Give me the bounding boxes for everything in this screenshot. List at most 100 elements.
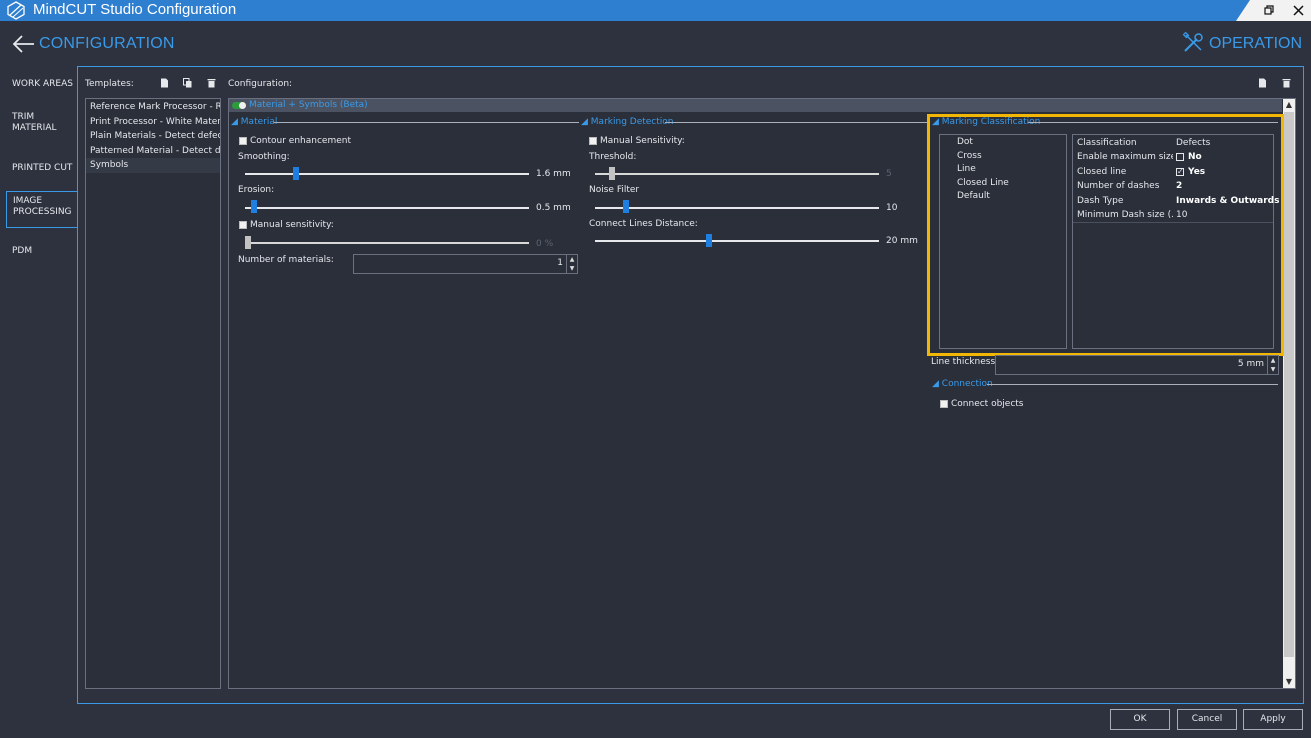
list-item[interactable]: Dot: [940, 136, 1066, 150]
scrollbar-thumb[interactable]: [1284, 112, 1294, 657]
close-button[interactable]: [1287, 0, 1309, 21]
material-section-title[interactable]: ◢ Material: [231, 117, 277, 128]
back-arrow-icon[interactable]: [12, 34, 36, 54]
sidebar-item-trim-material[interactable]: TRIM MATERIAL: [6, 112, 77, 134]
section-divider: [665, 122, 927, 123]
sidebar-item-image-processing[interactable]: IMAGE PROCESSING: [6, 191, 77, 228]
sidebar-item-printed-cut[interactable]: PRINTED CUT: [6, 163, 77, 174]
enable-toggle[interactable]: [232, 102, 246, 109]
ok-button[interactable]: OK: [1110, 709, 1170, 730]
line-thickness-spinner[interactable]: 5 mm ▲ ▼: [995, 355, 1279, 375]
list-item[interactable]: Reference Mark Processor - R...: [86, 100, 220, 115]
copy-template-icon[interactable]: [183, 78, 192, 88]
threshold-slider-track: [595, 173, 879, 175]
table-row: Enable maximum size No: [1077, 152, 1202, 162]
close-icon: [1292, 5, 1304, 16]
smoothing-label: Smoothing:: [238, 152, 290, 162]
manual-sensitivity-label: Manual sensitivity:: [250, 220, 334, 230]
smoothing-slider-track[interactable]: [245, 173, 529, 175]
closed-line-checkbox[interactable]: ✓: [1176, 166, 1184, 176]
connection-section-title[interactable]: ◢ Connection: [932, 379, 993, 390]
templates-label: Templates:: [85, 79, 134, 89]
configuration-label: Configuration:: [228, 79, 293, 89]
table-row: Dash Type Inwards & Outwards: [1077, 195, 1280, 206]
list-item[interactable]: Plain Materials - Detect defects: [86, 129, 220, 144]
table-row: Classification Defects: [1077, 138, 1211, 148]
erosion-slider-track[interactable]: [245, 207, 529, 209]
noise-filter-value: 10: [886, 203, 898, 213]
contour-enhancement-label: Contour enhancement: [250, 136, 351, 146]
connect-objects-checkbox[interactable]: [940, 400, 948, 408]
app-logo-icon: [7, 1, 25, 20]
connect-lines-value: 20 mm: [886, 236, 918, 246]
spinner-arrows[interactable]: ▲ ▼: [566, 255, 577, 273]
erosion-value: 0.5 mm: [536, 203, 571, 213]
sensitivity-slider-thumb: [245, 236, 251, 249]
window-title: MindCUT Studio Configuration: [33, 1, 237, 18]
configuration-header-title: Material + Symbols (Beta): [249, 100, 368, 110]
new-template-icon[interactable]: [160, 78, 169, 88]
template-list[interactable]: Reference Mark Processor - R... Print Pr…: [85, 98, 221, 689]
restore-icon: [1263, 5, 1274, 15]
connect-objects-label: Connect objects: [951, 399, 1024, 409]
list-item[interactable]: Default: [940, 190, 1066, 204]
scroll-down-icon[interactable]: ▼: [1283, 676, 1295, 688]
manual-sensitivity-detection-label: Manual Sensitivity:: [600, 136, 685, 146]
marking-classification-section-title[interactable]: ◢ Marking Classification: [932, 117, 1040, 128]
threshold-slider-thumb: [609, 167, 616, 180]
connect-lines-slider-track[interactable]: [595, 240, 879, 242]
contour-enhancement-checkbox[interactable]: [239, 137, 247, 145]
noise-filter-label: Noise Filter: [589, 185, 640, 195]
connect-lines-label: Connect Lines Distance:: [589, 219, 698, 229]
list-item[interactable]: Closed Line: [940, 177, 1066, 191]
spinner-arrows[interactable]: ▲ ▼: [1267, 356, 1278, 374]
line-thickness-label: Line thickness:: [931, 357, 999, 367]
noise-filter-slider-track[interactable]: [595, 207, 879, 209]
scroll-up-icon[interactable]: ▲: [1283, 99, 1295, 111]
table-row: Closed line Yes: [1077, 166, 1206, 177]
number-of-materials-value: 1: [557, 258, 563, 268]
threshold-value: 5: [886, 169, 892, 179]
smoothing-slider-thumb[interactable]: [293, 167, 300, 180]
sidebar-item-pdm[interactable]: PDM: [6, 246, 77, 257]
grid-divider: [1073, 222, 1273, 223]
noise-filter-slider-thumb[interactable]: [623, 200, 630, 213]
page-title: CONFIGURATION: [39, 35, 175, 52]
sidebar-item-work-areas[interactable]: WORK AREAS: [6, 79, 77, 90]
table-row: Number of dashes 2: [1077, 181, 1183, 191]
manual-sensitivity-checkbox[interactable]: [239, 221, 247, 229]
table-row: Minimum Dash size (... 10: [1077, 210, 1188, 220]
list-item[interactable]: Symbols: [86, 158, 220, 173]
enable-maximum-size-checkbox[interactable]: [1176, 153, 1184, 161]
smoothing-value: 1.6 mm: [536, 169, 571, 179]
marking-detection-section-title[interactable]: ◢ Marking Detection: [581, 117, 674, 128]
list-item[interactable]: Patterned Material - Detect de...: [86, 144, 220, 159]
apply-button[interactable]: Apply: [1243, 709, 1303, 730]
list-item[interactable]: Line: [940, 163, 1066, 177]
restore-button[interactable]: [1258, 0, 1280, 21]
section-divider: [274, 122, 579, 123]
list-item[interactable]: Print Processor - White Materi...: [86, 115, 220, 130]
line-thickness-value: 5 mm: [1237, 359, 1264, 369]
check-icon: ✓: [1177, 166, 1184, 176]
configuration-header: [229, 99, 1282, 112]
property-grid: Classification Defects Enable maximum si…: [1072, 134, 1280, 349]
section-divider: [1028, 122, 1278, 123]
threshold-label: Threshold:: [589, 152, 637, 162]
operation-label[interactable]: OPERATION: [1209, 35, 1302, 53]
number-of-materials-spinner[interactable]: 1 ▲ ▼: [353, 254, 578, 274]
cancel-button[interactable]: Cancel: [1177, 709, 1237, 730]
section-divider: [987, 384, 1278, 385]
erosion-slider-thumb[interactable]: [250, 200, 257, 213]
classification-list[interactable]: Dot Cross Line Closed Line Default: [939, 134, 1067, 349]
list-item[interactable]: Cross: [940, 150, 1066, 164]
tools-icon: [1182, 32, 1203, 52]
sensitivity-slider-track: [245, 242, 529, 244]
manual-sensitivity-detection-checkbox[interactable]: [589, 137, 597, 145]
new-configuration-icon[interactable]: [1258, 78, 1267, 88]
delete-configuration-icon[interactable]: [1282, 78, 1291, 88]
delete-template-icon[interactable]: [207, 78, 216, 88]
connect-lines-slider-thumb[interactable]: [705, 234, 712, 247]
title-bar: MindCUT Studio Configuration: [0, 0, 1311, 21]
erosion-label: Erosion:: [238, 185, 275, 195]
